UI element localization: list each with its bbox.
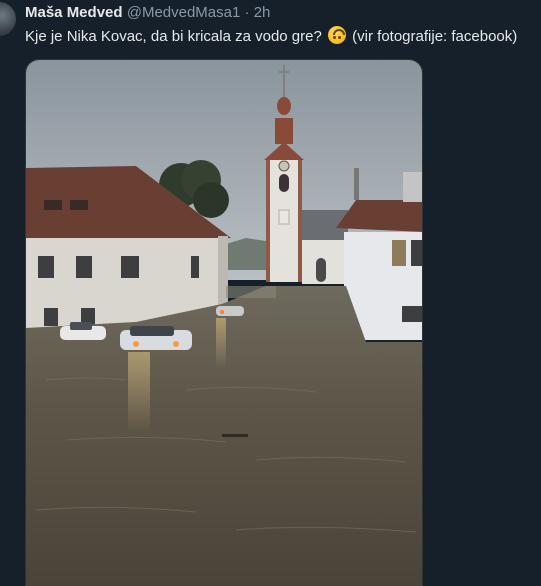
tweet-photo[interactable] <box>25 59 423 586</box>
tweet-text-source: (vir fotografije: facebook) <box>352 28 518 45</box>
author-avatar[interactable] <box>0 2 16 36</box>
flooded-village-image <box>26 60 422 586</box>
upside-down-face-icon <box>328 26 346 44</box>
tweet-timestamp[interactable]: 2h <box>254 4 271 21</box>
tweet-text-main: Kje je Nika Kovac, da bi kricala za vodo… <box>25 28 322 45</box>
author-display-name[interactable]: Maša Medved <box>25 4 123 21</box>
tweet-header: Maša Medved @MedvedMasa1 · 2h <box>25 3 270 23</box>
author-handle[interactable]: @MedvedMasa1 <box>127 4 241 21</box>
tweet-text: Kje je Nika Kovac, da bi kricala za vodo… <box>25 26 539 47</box>
header-separator: · <box>244 4 250 21</box>
